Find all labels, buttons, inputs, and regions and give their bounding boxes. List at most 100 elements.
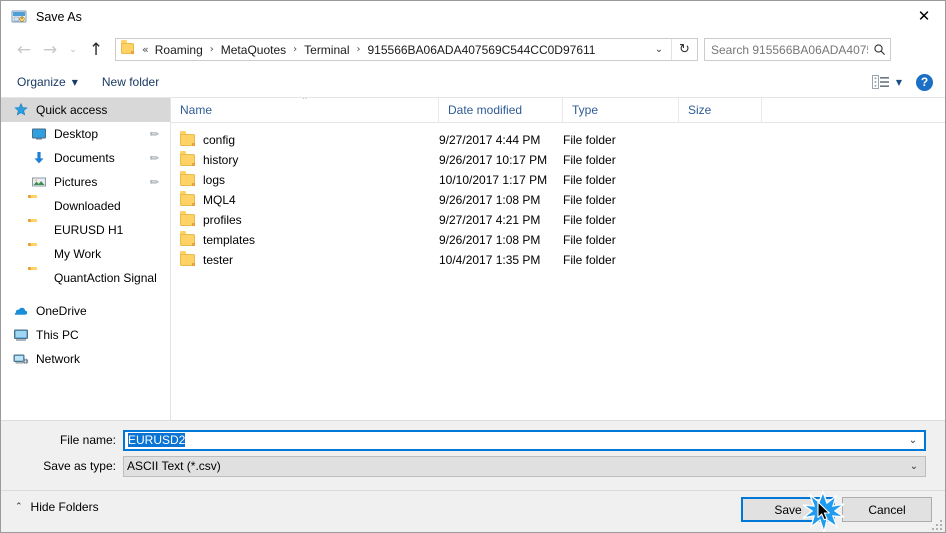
chevron-down-icon: ▼ <box>71 77 78 87</box>
save-as-type-value: ASCII Text (*.csv) <box>127 459 221 473</box>
breadcrumb-separator-icon[interactable]: › <box>205 44 219 55</box>
hide-folders-label: Hide Folders <box>30 500 99 514</box>
sidebar-item-quantaction-signal[interactable]: QuantAction Signal <box>1 266 170 290</box>
view-chevron-down-icon[interactable]: ▼ <box>896 78 902 87</box>
file-name-cell: tester <box>171 251 439 267</box>
file-name-value: EURUSD2 <box>128 433 186 447</box>
sidebar-item-onedrive[interactable]: OneDrive <box>1 299 170 323</box>
address-bar[interactable]: « Roaming › MetaQuotes › Terminal › 9155… <box>115 38 698 61</box>
table-row[interactable]: tester 10/4/2017 1:35 PM File folder <box>171 250 945 270</box>
sidebar-item-label: Documents <box>54 151 115 165</box>
hide-folders-button[interactable]: ⌃ Hide Folders <box>15 500 99 514</box>
pin-icon[interactable]: ✐ <box>146 150 162 166</box>
breadcrumb-separator-icon[interactable]: › <box>288 44 302 55</box>
sidebar-item-downloaded[interactable]: Downloaded <box>1 194 170 218</box>
save-as-type-row: Save as type: ASCII Text (*.csv) ⌄ <box>1 455 945 477</box>
sidebar-item-documents[interactable]: Documents ✐ <box>1 146 170 170</box>
file-name-cell: MQL4 <box>171 191 439 207</box>
sidebar-item-desktop[interactable]: Desktop ✐ <box>1 122 170 146</box>
table-row[interactable]: config 9/27/2017 4:44 PM File folder <box>171 130 945 150</box>
folder-icon <box>31 246 47 262</box>
new-folder-button[interactable]: New folder <box>94 71 167 93</box>
sidebar-item-pictures[interactable]: Pictures ✐ <box>1 170 170 194</box>
change-view-icon[interactable] <box>871 75 890 89</box>
close-button[interactable]: ✕ <box>901 1 945 31</box>
sidebar-item-eurusd-h1[interactable]: EURUSD H1 <box>1 218 170 242</box>
file-name-label: File name: <box>59 433 116 447</box>
title-bar: Save As ✕ <box>1 1 945 32</box>
documents-icon <box>31 150 47 166</box>
toolbar-right-group: ▼ ? <box>871 73 933 91</box>
chevron-up-icon: ⌃ <box>15 502 23 512</box>
save-as-icon <box>11 9 27 25</box>
forward-icon[interactable]: → <box>37 37 63 63</box>
breadcrumb-item-3[interactable]: 915566BA06ADA407569C544CC0D97611 <box>366 43 598 57</box>
sidebar-item-label: Quick access <box>36 103 108 117</box>
sidebar-item-label: My Work <box>54 247 102 261</box>
cancel-button[interactable]: Cancel <box>842 497 932 522</box>
save-button[interactable]: Save <box>741 497 835 522</box>
column-header-size[interactable]: Size <box>679 98 762 123</box>
breadcrumb-item-2[interactable]: Terminal <box>302 43 351 57</box>
breadcrumb: « Roaming › MetaQuotes › Terminal › 9155… <box>140 43 647 57</box>
up-icon[interactable]: ↑ <box>83 37 109 63</box>
file-name-label: MQL4 <box>203 193 236 207</box>
file-name-label: config <box>203 133 236 147</box>
type-cell: File folder <box>563 153 616 167</box>
navigation-bar: ← → ⌄ ↑ « Roaming › MetaQuotes › Termina… <box>1 32 945 67</box>
file-name-input[interactable]: EURUSD2 ⌄ <box>123 429 926 451</box>
sidebar-item-label: This PC <box>36 328 79 342</box>
folder-icon <box>180 151 195 166</box>
resize-grip[interactable] <box>932 520 943 531</box>
back-icon[interactable]: ← <box>11 37 37 63</box>
date-modified-cell: 9/27/2017 4:44 PM <box>439 133 541 147</box>
recent-locations-icon[interactable]: ⌄ <box>63 37 83 63</box>
network-icon <box>13 351 29 367</box>
organize-button[interactable]: Organize ▼ <box>9 71 86 93</box>
column-header-name[interactable]: Name ⌃ <box>171 98 439 123</box>
sidebar-item-label: Network <box>36 352 81 366</box>
help-icon[interactable]: ? <box>916 73 933 91</box>
table-row[interactable]: profiles 9/27/2017 4:21 PM File folder <box>171 210 945 230</box>
window-title: Save As <box>36 9 82 24</box>
save-as-type-select[interactable]: ASCII Text (*.csv) ⌄ <box>123 455 926 477</box>
breadcrumb-item-0[interactable]: Roaming <box>153 43 205 57</box>
organize-label: Organize <box>17 75 66 89</box>
breadcrumb-overflow-icon[interactable]: « <box>140 43 153 56</box>
table-row[interactable]: logs 10/10/2017 1:17 PM File folder <box>171 170 945 190</box>
star-icon <box>13 102 29 118</box>
file-name-label: profiles <box>203 213 242 227</box>
folder-icon <box>180 231 195 246</box>
type-cell: File folder <box>563 213 616 227</box>
chevron-down-icon[interactable]: ⌄ <box>647 39 671 60</box>
file-name-cell: logs <box>171 171 439 187</box>
sidebar-item-this-pc[interactable]: This PC <box>1 323 170 347</box>
pictures-icon <box>31 174 47 190</box>
file-name-label: templates <box>203 233 256 247</box>
breadcrumb-separator-icon[interactable]: › <box>352 44 366 55</box>
chevron-down-icon[interactable]: ⌄ <box>902 435 924 446</box>
table-row[interactable]: templates 9/26/2017 1:08 PM File folder <box>171 230 945 250</box>
folder-icon <box>31 198 47 214</box>
sidebar-item-my-work[interactable]: My Work <box>1 242 170 266</box>
column-header-type[interactable]: Type <box>563 98 679 123</box>
breadcrumb-item-1[interactable]: MetaQuotes <box>219 43 288 57</box>
chevron-down-icon[interactable]: ⌄ <box>903 461 925 472</box>
sidebar-item-network[interactable]: Network <box>1 347 170 371</box>
table-row[interactable]: history 9/26/2017 10:17 PM File folder <box>171 150 945 170</box>
date-modified-cell: 10/4/2017 1:35 PM <box>439 253 541 267</box>
sidebar-item-label: OneDrive <box>36 304 87 318</box>
table-row[interactable]: MQL4 9/26/2017 1:08 PM File folder <box>171 190 945 210</box>
column-header-date-modified[interactable]: Date modified <box>439 98 563 123</box>
file-name-label: logs <box>203 173 226 187</box>
search-input[interactable]: Search 915566BA06ADA40756... <box>711 43 868 57</box>
date-modified-cell: 9/26/2017 1:08 PM <box>439 233 541 247</box>
search-box[interactable]: Search 915566BA06ADA40756... <box>704 38 891 61</box>
refresh-icon[interactable]: ↻ <box>671 39 697 60</box>
file-name-row: File name: EURUSD2 ⌄ <box>1 429 945 451</box>
file-name-value-wrap: EURUSD2 <box>125 433 902 447</box>
pin-icon[interactable]: ✐ <box>146 174 162 190</box>
sidebar-item-quick-access[interactable]: Quick access <box>1 98 170 122</box>
toolbar: Organize ▼ New folder ▼ ? <box>1 67 945 98</box>
pin-icon[interactable]: ✐ <box>146 126 162 142</box>
